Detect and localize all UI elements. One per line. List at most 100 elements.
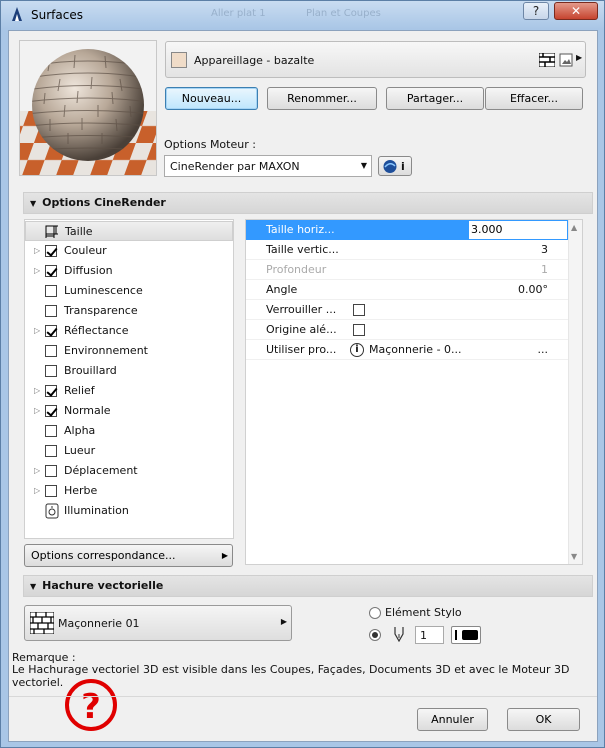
channel-checkbox[interactable] [45, 285, 57, 297]
channel-checkbox[interactable] [45, 445, 57, 457]
close-button[interactable]: ✕ [554, 2, 598, 20]
property-row[interactable]: Verrouiller ... [246, 300, 568, 320]
channel-label: Alpha [64, 424, 96, 437]
channel-label: Environnement [64, 344, 148, 357]
property-row[interactable]: Origine alé... [246, 320, 568, 340]
partager-button[interactable]: Partager... [386, 87, 484, 110]
property-checkbox[interactable] [353, 304, 365, 316]
property-value: 1 [541, 263, 548, 276]
channel-item[interactable]: ▷ Relief [25, 381, 233, 401]
expand-triangle-icon[interactable]: ▷ [34, 401, 40, 421]
channel-checkbox[interactable] [45, 245, 57, 257]
channel-label: Herbe [64, 484, 98, 497]
expand-triangle-icon[interactable]: ▷ [34, 241, 40, 261]
title-bar[interactable]: Surfaces Aller plat 1 Plan et Coupes ? ✕ [1, 1, 604, 29]
options-correspondance-button[interactable]: Options correspondance... ▶ [24, 544, 233, 567]
property-row[interactable]: Profondeur 1 [246, 260, 568, 280]
channel-item[interactable]: ▷ Diffusion [25, 261, 233, 281]
ghost-tab: Aller plat 1 [211, 8, 266, 19]
element-stylo-radio[interactable] [369, 607, 381, 619]
channel-checkbox[interactable] [45, 325, 57, 337]
channel-checkbox[interactable] [45, 265, 57, 277]
channel-checkbox[interactable] [45, 425, 57, 437]
property-row[interactable]: Angle 0.00° [246, 280, 568, 300]
info-icon: i [401, 160, 405, 173]
channel-item[interactable]: Illumination [25, 501, 233, 521]
cinerender-header-label: Options CineRender [42, 196, 166, 209]
hachure-section-header[interactable]: ▼ Hachure vectorielle [23, 575, 593, 597]
material-preview-sphere [20, 41, 156, 175]
expand-triangle-icon[interactable]: ▷ [34, 321, 40, 341]
engine-select-value: CineRender par MAXON [170, 160, 300, 173]
property-value: Maçonnerie - 0... [369, 343, 462, 356]
dialog-body: Appareillage - bazalte ▶ Nouveau... Reno… [8, 30, 598, 742]
annuler-button[interactable]: Annuler [417, 708, 488, 731]
window-title: Surfaces [31, 8, 83, 22]
effacer-button[interactable]: Effacer... [485, 87, 583, 110]
pen-color-button[interactable] [451, 626, 481, 644]
channel-checkbox[interactable] [45, 365, 57, 377]
channel-item[interactable]: Environnement [25, 341, 233, 361]
expand-triangle-icon[interactable]: ▷ [34, 381, 40, 401]
expand-triangle-icon[interactable]: ▷ [34, 481, 40, 501]
help-question-icon[interactable]: ? [63, 677, 119, 733]
pen-number-field[interactable]: 1 [415, 626, 444, 644]
renommer-button[interactable]: Renommer... [267, 87, 377, 110]
custom-pen-radio[interactable] [369, 629, 381, 641]
engine-info-button[interactable]: i [378, 156, 412, 176]
scroll-down-icon[interactable]: ▼ [571, 552, 577, 561]
more-button[interactable]: ... [538, 340, 549, 360]
channel-item[interactable]: ▷ Réflectance [25, 321, 233, 341]
hatch-pattern-icon [539, 53, 555, 67]
channel-checkbox[interactable] [45, 485, 57, 497]
channel-checkbox[interactable] [45, 345, 57, 357]
channel-item[interactable]: Luminescence [25, 281, 233, 301]
chevron-right-icon: ▶ [576, 53, 583, 62]
channel-label: Relief [64, 384, 95, 397]
channel-item[interactable]: ▷ Couleur [25, 241, 233, 261]
engine-select[interactable]: CineRender par MAXON ▼ [164, 155, 372, 177]
channel-label: Couleur [64, 244, 107, 257]
radio-dot [372, 632, 378, 638]
ok-button[interactable]: OK [507, 708, 580, 731]
surface-name: Appareillage - bazalte [194, 54, 315, 67]
info-icon[interactable]: i [350, 343, 364, 357]
channel-checkbox[interactable] [45, 385, 57, 397]
property-row[interactable]: Utiliser pro... i Maçonnerie - 0...... [246, 340, 568, 360]
pen-color-swatch [462, 630, 478, 640]
property-row[interactable]: Taille horiz... 3.000 [246, 220, 568, 240]
nouveau-button[interactable]: Nouveau... [165, 87, 258, 110]
channel-item[interactable]: Brouillard [25, 361, 233, 381]
channel-item[interactable]: ▷ Déplacement [25, 461, 233, 481]
property-checkbox[interactable] [353, 324, 365, 336]
channel-item[interactable]: Taille [25, 221, 233, 241]
cinerender-section-header[interactable]: ▼ Options CineRender [23, 192, 593, 214]
channel-item[interactable]: ▷ Herbe [25, 481, 233, 501]
help-button[interactable]: ? [523, 2, 549, 20]
property-value[interactable]: 3.000 [468, 220, 568, 240]
material-preview [19, 40, 157, 176]
property-scrollbar[interactable]: ▲ ▼ [568, 220, 582, 564]
expand-triangle-icon[interactable]: ▷ [34, 261, 40, 281]
channel-label: Normale [64, 404, 111, 417]
property-value: 3 [541, 243, 548, 256]
scroll-up-icon[interactable]: ▲ [571, 223, 577, 232]
scale-icon [45, 225, 58, 238]
hatch-pattern-selector[interactable]: Maçonnerie 01 ▶ [24, 605, 292, 641]
channel-item[interactable]: Lueur [25, 441, 233, 461]
channel-checkbox[interactable] [45, 465, 57, 477]
channel-label: Transparence [64, 304, 138, 317]
property-row[interactable]: Taille vertic... 3 [246, 240, 568, 260]
channel-list: Taille ▷ Couleur ▷ Diffusion Luminescence Tran… [24, 219, 234, 539]
surface-selector[interactable]: Appareillage - bazalte ▶ [165, 41, 586, 78]
expand-triangle-icon[interactable]: ▷ [34, 461, 40, 481]
channel-item[interactable]: Transparence [25, 301, 233, 321]
channel-label: Brouillard [64, 364, 117, 377]
channel-checkbox[interactable] [45, 405, 57, 417]
triangle-down-icon: ▼ [30, 199, 37, 208]
property-label: Taille vertic... [266, 243, 339, 256]
pen-line-sample [455, 630, 457, 640]
channel-checkbox[interactable] [45, 305, 57, 317]
channel-item[interactable]: ▷ Normale [25, 401, 233, 421]
channel-item[interactable]: Alpha [25, 421, 233, 441]
